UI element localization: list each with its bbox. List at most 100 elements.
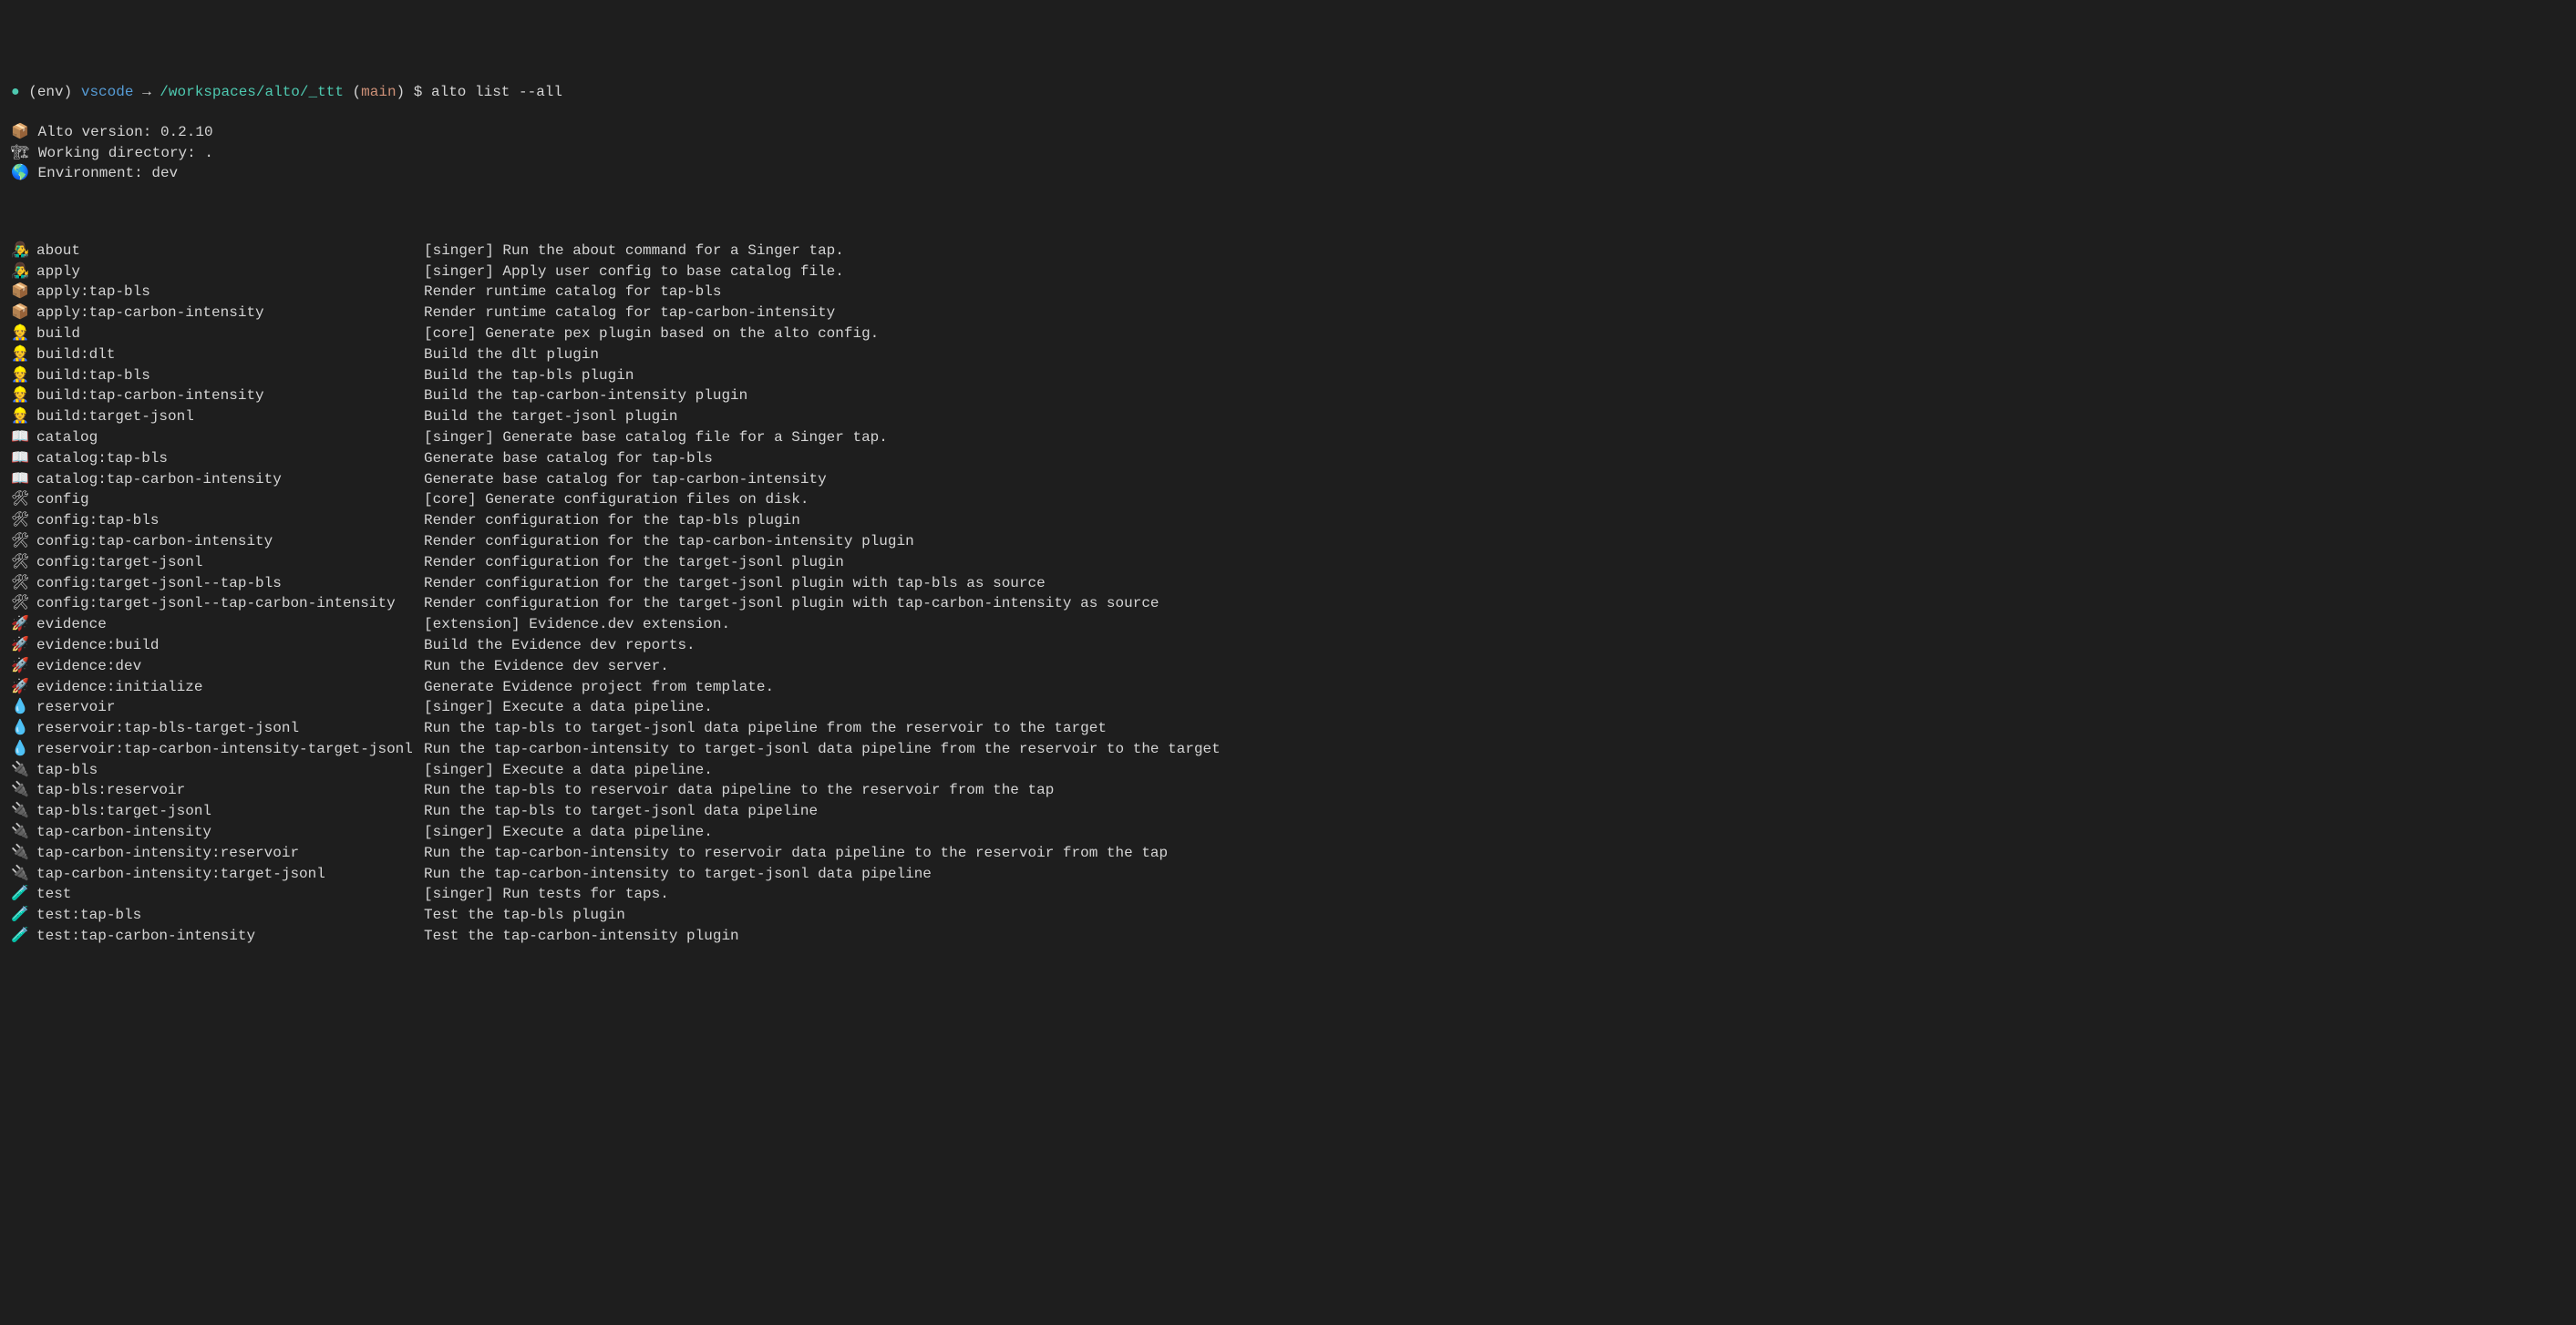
branch-open: ( <box>353 84 362 100</box>
command-row: 👷build:tap-carbon-intensityBuild the tap… <box>11 386 2565 406</box>
row-desc: Test the tap-bls plugin <box>424 906 2565 925</box>
row-desc: Render configuration for the target-json… <box>424 574 2565 593</box>
row-emoji: 🔌 <box>11 761 36 780</box>
command-row: 🔌tap-bls[singer] Execute a data pipeline… <box>11 761 2565 780</box>
row-desc: Render configuration for the tap-carbon-… <box>424 532 2565 551</box>
prompt-line[interactable]: ● (env) vscode → /workspaces/alto/_ttt (… <box>11 83 2565 102</box>
row-emoji: 🧪 <box>11 906 36 925</box>
row-desc: [extension] Evidence.dev extension. <box>424 615 2565 634</box>
row-name: test <box>36 885 424 904</box>
row-name: apply <box>36 262 424 282</box>
row-name: reservoir:tap-bls-target-jsonl <box>36 719 424 738</box>
row-desc: Run the tap-bls to target-jsonl data pip… <box>424 719 2565 738</box>
row-desc: Build the tap-bls plugin <box>424 366 2565 385</box>
header-text: Environment: dev <box>29 165 178 181</box>
row-desc: Test the tap-carbon-intensity plugin <box>424 927 2565 946</box>
row-name: tap-carbon-intensity:reservoir <box>36 844 424 863</box>
row-emoji: 🔌 <box>11 865 36 884</box>
row-emoji: 🚀 <box>11 636 36 655</box>
prompt-branch: main <box>361 84 396 100</box>
row-desc: [singer] Apply user config to base catal… <box>424 262 2565 282</box>
command-row: 🛠config[core] Generate configuration fil… <box>11 490 2565 509</box>
row-name: reservoir <box>36 698 424 717</box>
row-emoji: 🛠 <box>11 594 36 613</box>
row-desc: Generate Evidence project from template. <box>424 678 2565 697</box>
prompt-env: (env) <box>28 84 72 100</box>
header-text: Working directory: . <box>29 145 213 161</box>
row-name: build <box>36 324 424 344</box>
row-desc: Run the tap-bls to target-jsonl data pip… <box>424 802 2565 821</box>
header-text: Alto version: 0.2.10 <box>29 124 213 140</box>
row-desc: [singer] Run tests for taps. <box>424 885 2565 904</box>
row-desc: Run the tap-carbon-intensity to target-j… <box>424 865 2565 884</box>
prompt-dollar: $ <box>414 84 423 100</box>
row-emoji: 🔌 <box>11 802 36 821</box>
row-emoji: 👨‍🎤 <box>11 241 36 261</box>
row-name: build:dlt <box>36 345 424 365</box>
command-row: 🧪test:tap-blsTest the tap-bls plugin <box>11 906 2565 925</box>
row-emoji: 👷 <box>11 366 36 385</box>
row-emoji: 📖 <box>11 449 36 468</box>
spacer <box>11 204 2565 222</box>
row-desc: Render configuration for the target-json… <box>424 594 2565 613</box>
row-emoji: 📦 <box>11 303 36 323</box>
row-emoji: 📦 <box>11 282 36 302</box>
command-row: 👷build:dltBuild the dlt plugin <box>11 345 2565 365</box>
row-desc: Run the Evidence dev server. <box>424 657 2565 676</box>
row-name: tap-carbon-intensity <box>36 823 424 842</box>
row-emoji: 🚀 <box>11 615 36 634</box>
command-row: 🚀evidence:devRun the Evidence dev server… <box>11 657 2565 676</box>
row-desc: Build the target-jsonl plugin <box>424 407 2565 426</box>
row-name: catalog:tap-bls <box>36 449 424 468</box>
command-row: 💧reservoir:tap-carbon-intensity-target-j… <box>11 740 2565 759</box>
row-emoji: 🚀 <box>11 657 36 676</box>
row-emoji: 🔌 <box>11 823 36 842</box>
row-emoji: 📖 <box>11 470 36 489</box>
row-desc: Build the tap-carbon-intensity plugin <box>424 386 2565 406</box>
row-emoji: 🛠 <box>11 532 36 551</box>
command-row: 🛠config:target-jsonl--tap-blsRender conf… <box>11 574 2565 593</box>
command-row: 🚀evidence:buildBuild the Evidence dev re… <box>11 636 2565 655</box>
command-row: 🛠config:target-jsonlRender configuration… <box>11 553 2565 572</box>
row-emoji: 👷 <box>11 407 36 426</box>
command-row: 🧪test:tap-carbon-intensityTest the tap-c… <box>11 927 2565 946</box>
row-name: tap-bls <box>36 761 424 780</box>
row-emoji: 🛠 <box>11 574 36 593</box>
command-row: 🔌tap-bls:target-jsonlRun the tap-bls to … <box>11 802 2565 821</box>
row-name: tap-bls:reservoir <box>36 781 424 800</box>
row-name: test:tap-bls <box>36 906 424 925</box>
command-row: 📖catalog:tap-blsGenerate base catalog fo… <box>11 449 2565 468</box>
row-name: config:target-jsonl <box>36 553 424 572</box>
row-emoji: 👨‍🎤 <box>11 262 36 282</box>
command-row: 🔌tap-bls:reservoirRun the tap-bls to res… <box>11 781 2565 800</box>
command-row: 🔌tap-carbon-intensity[singer] Execute a … <box>11 823 2565 842</box>
row-name: evidence:initialize <box>36 678 424 697</box>
prompt-path: /workspaces/alto/_ttt <box>160 84 344 100</box>
row-desc: Run the tap-bls to reservoir data pipeli… <box>424 781 2565 800</box>
row-name: build:tap-carbon-intensity <box>36 386 424 406</box>
row-desc: Build the Evidence dev reports. <box>424 636 2565 655</box>
command-row: 🧪test[singer] Run tests for taps. <box>11 885 2565 904</box>
row-emoji: 💧 <box>11 719 36 738</box>
row-name: evidence:build <box>36 636 424 655</box>
header-line: 📦 Alto version: 0.2.10 <box>11 123 2565 142</box>
command-row: 📖catalog:tap-carbon-intensityGenerate ba… <box>11 470 2565 489</box>
command-row: 🚀evidence[extension] Evidence.dev extens… <box>11 615 2565 634</box>
command-row: 👨‍🎤about[singer] Run the about command f… <box>11 241 2565 261</box>
row-name: test:tap-carbon-intensity <box>36 927 424 946</box>
header-emoji: 🌎 <box>11 165 29 181</box>
header-lines: 📦 Alto version: 0.2.10🏗 Working director… <box>11 123 2565 183</box>
branch-close: ) <box>397 84 406 100</box>
row-desc: [singer] Execute a data pipeline. <box>424 823 2565 842</box>
row-name: apply:tap-carbon-intensity <box>36 303 424 323</box>
row-desc: [singer] Generate base catalog file for … <box>424 428 2565 447</box>
row-desc: Render configuration for the target-json… <box>424 553 2565 572</box>
row-desc: Generate base catalog for tap-bls <box>424 449 2565 468</box>
command-row: 💧reservoir[singer] Execute a data pipeli… <box>11 698 2565 717</box>
command-row: 👷build:tap-blsBuild the tap-bls plugin <box>11 366 2565 385</box>
row-desc: Run the tap-carbon-intensity to reservoi… <box>424 844 2565 863</box>
row-name: about <box>36 241 424 261</box>
row-name: evidence <box>36 615 424 634</box>
row-name: tap-carbon-intensity:target-jsonl <box>36 865 424 884</box>
row-emoji: 📖 <box>11 428 36 447</box>
